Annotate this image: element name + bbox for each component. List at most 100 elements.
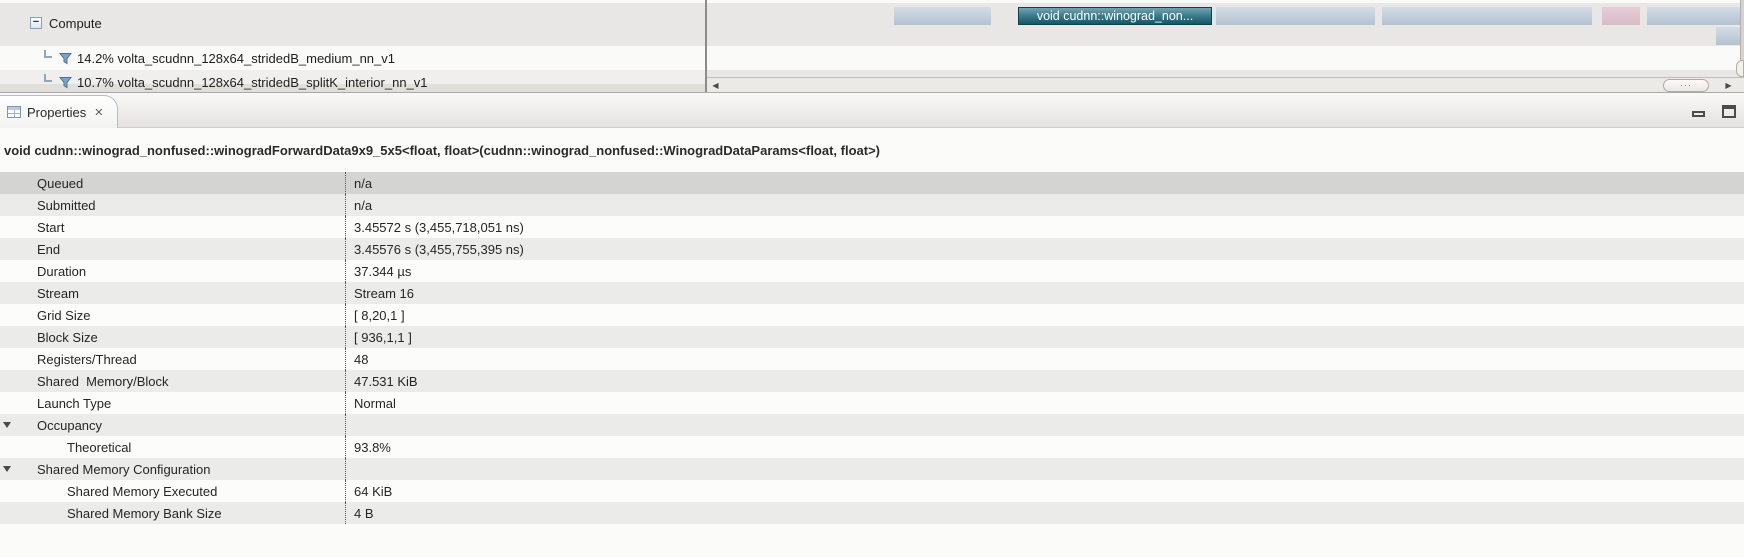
property-label-cell: Shared Memory/Block [0,370,346,392]
vertical-scrollbar-button[interactable] [1736,60,1744,77]
property-value: [ 8,20,1 ] [354,307,405,323]
scroll-right-icon[interactable]: ▶ [1721,79,1736,92]
horizontal-scrollbar[interactable]: ◀ ··· ▶ [707,77,1744,92]
compute-row-band [0,3,705,46]
property-value: Normal [354,395,396,411]
property-label: Block Size [37,329,98,345]
property-row[interactable]: Shared Memory Bank Size 4 B [0,502,1744,524]
filter-icon [59,52,72,65]
property-value: 37.344 µs [354,263,412,279]
timeline-chart-area[interactable]: void cudnn::winograd_non... ◀ ··· ▶ [707,0,1744,92]
property-row[interactable]: Submitted n/a [0,194,1744,216]
property-label-cell: Launch Type [0,392,346,414]
timeline-tree-kernel-row[interactable]: 14.2% volta_scudnn_128x64_stridedB_mediu… [30,48,395,68]
property-label-cell: Shared Memory Configuration [0,458,346,480]
property-label: Queued [37,175,84,191]
property-label: Shared Memory Executed [67,483,218,499]
property-row[interactable]: Queued n/a [0,172,1744,194]
property-row[interactable]: Stream Stream 16 [0,282,1744,304]
property-value: n/a [354,197,373,213]
property-label-cell: Stream [0,282,346,304]
kernel-row-label: 10.7% volta_scudnn_128x64_stridedB_split… [77,74,428,90]
timeline-tree: − Compute 14.2% volta_scudnn_128x64_stri… [0,0,705,92]
tree-connector-icon [44,50,52,58]
property-label: Theoretical [67,439,132,455]
properties-panel: Properties ✕ void cudnn::winograd_nonfus… [0,93,1744,557]
property-label-cell: Grid Size [0,304,346,326]
maximize-icon[interactable] [1722,105,1736,118]
properties-table: Queued n/a Submitted n/a Start 3.45572 s… [0,172,1744,524]
property-value: n/a [354,175,373,191]
property-row[interactable]: Occupancy [0,414,1744,436]
property-value: 47.531 KiB [354,373,418,389]
kernel-row-band-2 [707,70,1744,77]
property-label-cell: Start [0,216,346,238]
memcpy-bar[interactable] [1602,7,1640,25]
property-value: 3.45572 s (3,455,718,051 ns) [354,219,524,235]
scroll-left-icon[interactable]: ◀ [708,79,723,92]
property-label: Submitted [37,197,96,213]
property-label: End [37,241,61,257]
properties-table-icon [7,106,21,118]
property-label: Stream [37,285,79,301]
property-row[interactable]: Shared Memory Configuration [0,458,1744,480]
section-expand-icon[interactable] [3,422,11,428]
tree-node-compute[interactable]: − Compute [30,14,102,32]
minimize-icon[interactable] [1692,111,1705,117]
property-label-cell: Occupancy [0,414,346,436]
kernel-bar[interactable] [1647,7,1743,25]
compute-label: Compute [49,15,102,31]
property-label-cell: Block Size [0,326,346,348]
property-value: Stream 16 [354,285,414,301]
property-value: 3.45576 s (3,455,755,395 ns) [354,241,524,257]
property-label: Shared Memory Bank Size [67,505,222,521]
kernel-title: void cudnn::winograd_nonfused::winogradF… [4,142,881,158]
property-row[interactable]: Duration 37.344 µs [0,260,1744,282]
selected-kernel-bar[interactable]: void cudnn::winograd_non... [1018,7,1212,25]
tree-connector-icon [44,74,52,82]
kernel-bar[interactable] [894,7,991,25]
property-value: 93.8% [354,439,391,455]
property-label: Occupancy [37,417,103,433]
property-label: Start [37,219,65,235]
property-row[interactable]: Registers/Thread 48 [0,348,1744,370]
property-row[interactable]: Start 3.45572 s (3,455,718,051 ns) [0,216,1744,238]
property-row[interactable]: Shared Memory/Block 47.531 KiB [0,370,1744,392]
property-label: Shared Memory Configuration [37,461,211,477]
property-label-cell: Submitted [0,194,346,216]
property-label-cell: Shared Memory Executed [0,480,346,502]
property-row[interactable]: Theoretical 93.8% [0,436,1744,458]
property-row[interactable]: Launch Type Normal [0,392,1744,414]
timeline-pane: − Compute 14.2% volta_scudnn_128x64_stri… [0,0,1744,93]
property-label-cell: Registers/Thread [0,348,346,370]
kernel-bar[interactable] [1382,7,1592,25]
property-label-cell: Theoretical [0,436,346,458]
kernel-row-label: 14.2% volta_scudnn_128x64_stridedB_mediu… [77,50,395,66]
tab-properties[interactable]: Properties ✕ [0,95,118,128]
property-row[interactable]: Grid Size [ 8,20,1 ] [0,304,1744,326]
property-label: Launch Type [37,395,112,411]
property-row[interactable]: Block Size [ 936,1,1 ] [0,326,1744,348]
filter-icon [59,76,72,89]
property-label-cell: Queued [0,172,346,194]
properties-header: Properties ✕ [0,93,1744,128]
property-label-cell: Shared Memory Bank Size [0,502,346,524]
collapse-icon[interactable]: − [30,17,42,29]
property-label: Duration [37,263,87,279]
property-label-cell: Duration [0,260,346,282]
property-value: 4 B [354,505,374,521]
scrollbar-thumb[interactable]: ··· [1663,79,1709,92]
property-label: Shared Memory/Block [37,373,169,389]
timeline-tree-kernel-row[interactable]: 10.7% volta_scudnn_128x64_stridedB_split… [30,72,428,92]
property-label-cell: End [0,238,346,260]
property-value: [ 936,1,1 ] [354,329,412,345]
kernel-bar[interactable] [1716,27,1742,45]
tab-label: Properties [27,104,87,120]
close-icon[interactable]: ✕ [94,106,103,119]
kernel-row-band-1 [707,46,1744,70]
property-row[interactable]: Shared Memory Executed 64 KiB [0,480,1744,502]
section-expand-icon[interactable] [3,466,11,472]
property-value: 48 [354,351,369,367]
kernel-bar[interactable] [1216,7,1375,25]
property-row[interactable]: End 3.45576 s (3,455,755,395 ns) [0,238,1744,260]
